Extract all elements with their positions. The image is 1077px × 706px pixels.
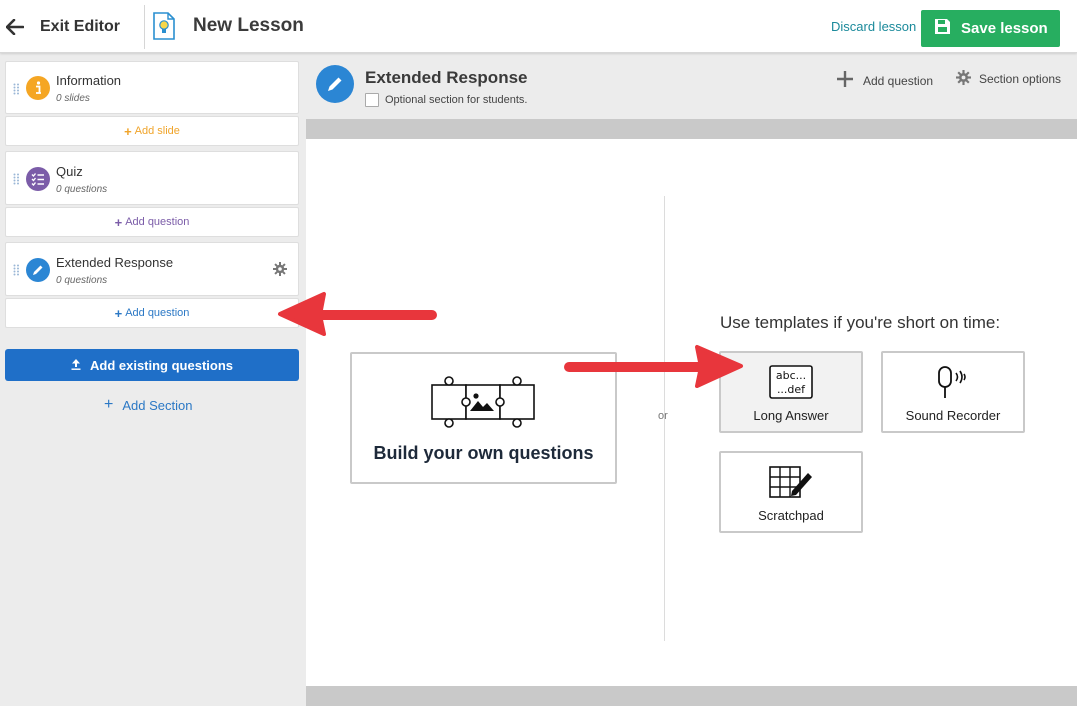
section-name: Extended Response	[56, 255, 174, 270]
lightbulb-document-icon	[152, 11, 176, 46]
plus-icon: +	[124, 123, 132, 139]
template-label: Scratchpad	[758, 508, 824, 523]
template-label: Long Answer	[753, 408, 829, 423]
exit-editor-label: Exit Editor	[40, 18, 121, 35]
optional-section-toggle[interactable]: Optional section for students.	[365, 93, 527, 107]
pencil-icon	[316, 65, 354, 103]
section-card-quiz[interactable]: Quiz 0 questions	[5, 151, 299, 205]
section-count: 0 questions	[56, 275, 108, 286]
plus-icon: +	[114, 214, 123, 230]
add-existing-questions-label: Add existing questions	[89, 357, 233, 373]
section-card-extended-response[interactable]: Extended Response 0 questions	[5, 242, 299, 296]
add-section-label: Add Section	[122, 397, 193, 413]
sections-sidebar: Information 0 slides + Add slide Quiz 0 …	[0, 53, 306, 706]
plus-icon	[836, 70, 854, 91]
abc-def-text-icon: abc... ...def	[769, 365, 813, 399]
section-count: 0 questions	[56, 184, 108, 195]
pencil-icon	[26, 258, 50, 282]
section-card-information[interactable]: Information 0 slides	[5, 61, 299, 114]
annotation-arrow-left	[278, 292, 437, 336]
question-canvas: Build your own questions or Use template…	[306, 139, 1077, 686]
section-count: 0 slides	[56, 93, 90, 104]
add-existing-questions-button[interactable]: Add existing questions	[5, 349, 299, 381]
optional-checkbox[interactable]	[365, 93, 379, 107]
add-question-header-button[interactable]: Add question	[836, 70, 933, 91]
upload-icon	[71, 358, 90, 373]
microphone-icon	[938, 366, 966, 398]
section-options-label: Section options	[979, 72, 1062, 86]
add-question-button-quiz[interactable]: + Add question	[5, 207, 299, 237]
annotation-arrow-right	[564, 345, 743, 388]
drag-handle-icon[interactable]	[13, 263, 21, 281]
puzzle-image-icon	[431, 376, 535, 428]
top-bar: Exit Editor New Lesson Discard lesson Sa…	[0, 0, 1077, 53]
add-slide-label: Add slide	[134, 125, 180, 137]
drag-handle-icon[interactable]	[13, 172, 21, 190]
section-options-button[interactable]: Section options	[956, 70, 1061, 88]
section-header: Extended Response Optional section for s…	[306, 53, 1077, 119]
save-lesson-label: Save lesson	[961, 20, 1048, 37]
section-title[interactable]: Extended Response	[365, 68, 528, 88]
add-question-button-extended[interactable]: + Add question	[5, 298, 299, 328]
floppy-disk-icon	[934, 18, 951, 40]
add-section-button[interactable]: + Add Section	[104, 396, 192, 414]
template-scratchpad[interactable]: Scratchpad	[719, 451, 863, 533]
gear-icon	[956, 70, 971, 88]
checklist-icon	[26, 167, 50, 191]
svg-text:...def: ...def	[777, 383, 806, 396]
arrow-left-icon	[6, 19, 24, 35]
add-question-label: Add question	[125, 307, 190, 319]
or-label: or	[658, 410, 668, 422]
header-divider	[144, 5, 145, 49]
plus-icon: +	[114, 305, 123, 321]
template-sound-recorder[interactable]: Sound Recorder	[881, 351, 1025, 433]
exit-editor-button[interactable]: Exit Editor	[6, 14, 120, 40]
build-own-questions-label: Build your own questions	[373, 443, 594, 463]
add-slide-button[interactable]: + Add slide	[5, 116, 299, 146]
add-question-header-label: Add question	[863, 73, 934, 88]
drag-handle-icon[interactable]	[13, 82, 21, 100]
lesson-title[interactable]: New Lesson	[193, 15, 304, 37]
add-question-label: Add question	[125, 216, 190, 228]
gear-icon[interactable]	[273, 262, 287, 281]
discard-lesson-link[interactable]: Discard lesson	[831, 19, 916, 34]
section-name: Quiz	[56, 164, 83, 179]
templates-heading: Use templates if you're short on time:	[720, 313, 1001, 332]
save-lesson-button[interactable]: Save lesson	[921, 10, 1060, 47]
plus-icon: +	[104, 396, 114, 413]
svg-text:abc...: abc...	[776, 369, 806, 382]
grid-pencil-icon	[769, 466, 812, 498]
info-icon	[26, 76, 50, 100]
template-label: Sound Recorder	[905, 408, 1001, 423]
optional-section-label: Optional section for students.	[385, 94, 528, 106]
section-name: Information	[56, 73, 122, 88]
